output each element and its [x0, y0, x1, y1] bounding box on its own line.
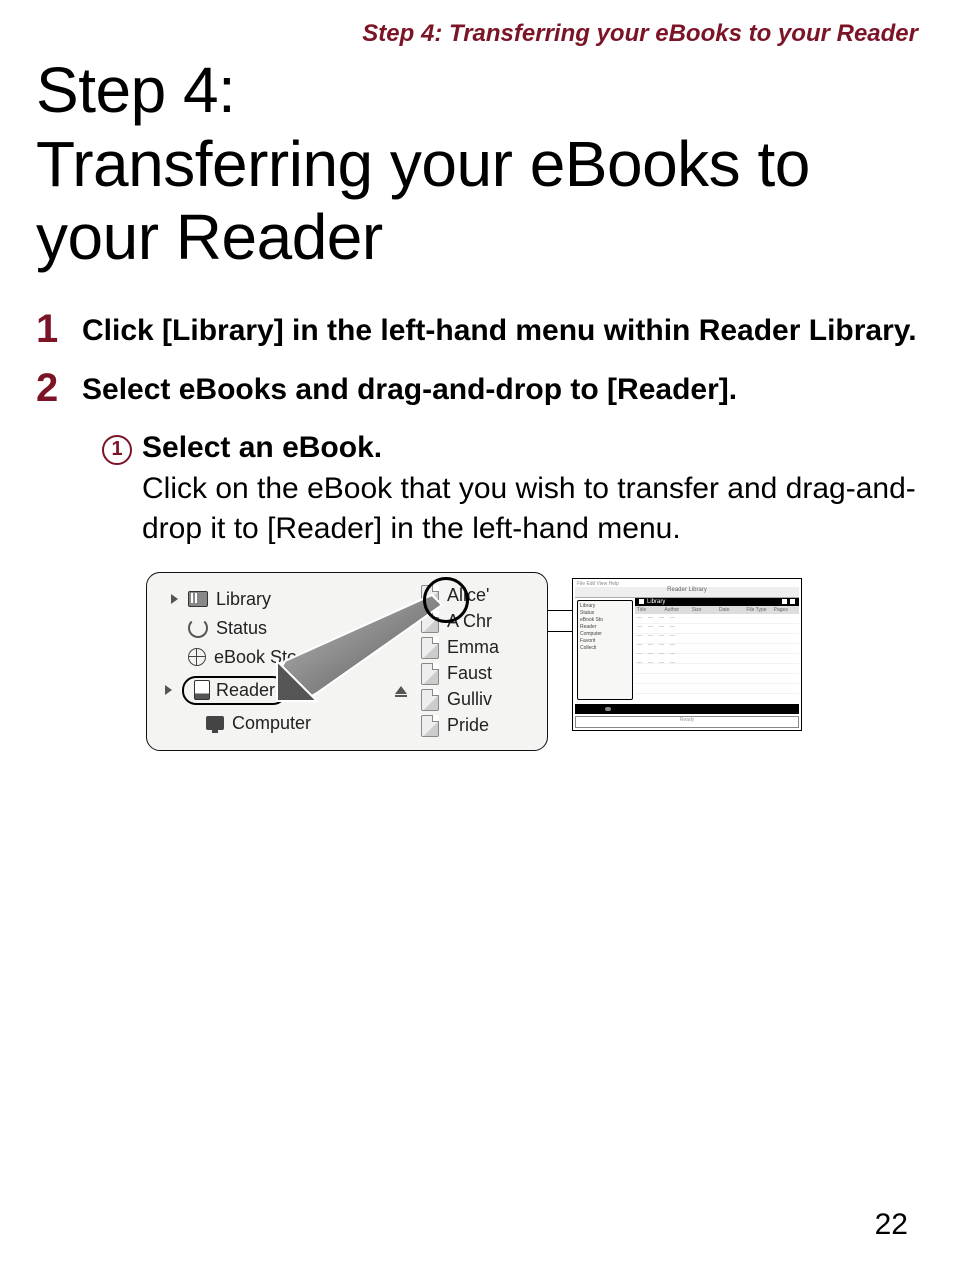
- sidebar-store-label: eBook Sto: [214, 647, 297, 668]
- expand-icon[interactable]: [171, 594, 178, 604]
- list-item[interactable]: Pride: [417, 713, 547, 739]
- figure-row: Library Status eBook Sto: [146, 572, 918, 751]
- substep-1-desc: Click on the eBook that you wish to tran…: [142, 469, 918, 550]
- document-page: Step 4: Transferring your eBooks to your…: [0, 0, 954, 1270]
- callout-connector-icon: [548, 610, 572, 632]
- book-title: Emma: [447, 637, 499, 658]
- thumb-footer: Ready: [575, 716, 799, 728]
- thumb-tab-label: Library: [647, 599, 665, 605]
- book-title: Faust: [447, 663, 492, 684]
- running-header: Step 4: Transferring your eBooks to your…: [36, 20, 918, 48]
- col: Size: [692, 607, 715, 613]
- list-item[interactable]: Gulliv: [417, 687, 547, 713]
- drag-source-highlight-icon: [423, 577, 469, 623]
- substep-1-number: 1: [102, 435, 132, 465]
- thumb-columns: Title Author Size Date File Type Pages: [635, 606, 799, 614]
- thumb-side-item: Computer: [580, 631, 630, 638]
- thumb-side-item: Status: [580, 610, 630, 617]
- thumb-rows: ———— ———— ———— ———— ———— ————: [635, 614, 799, 702]
- sidebar-computer-label: Computer: [232, 713, 311, 734]
- book-icon: [421, 637, 439, 659]
- thumb-titlebar: Reader Library: [575, 587, 799, 598]
- sidebar-item-reader[interactable]: Reader: [147, 672, 417, 709]
- sidebar-reader-label: Reader: [216, 680, 275, 701]
- thumb-tab: Library: [635, 598, 799, 606]
- sidebar-item-status[interactable]: Status: [147, 614, 417, 643]
- app-screenshot-thumbnail: File Edit View Help Reader Library Libra…: [572, 578, 802, 731]
- step-1-number: 1: [36, 309, 82, 349]
- col: Pages: [774, 607, 797, 613]
- monitor-icon: [206, 716, 224, 730]
- step-1: 1 Click [Library] in the left-hand menu …: [36, 311, 918, 350]
- thumb-side-item: eBook Sto: [580, 617, 630, 624]
- step-2-number: 2: [36, 368, 82, 408]
- grid-view-icon: [782, 599, 787, 604]
- col: File Type: [746, 607, 769, 613]
- sync-icon: [188, 618, 208, 638]
- eject-icon[interactable]: [395, 686, 407, 694]
- step-2-text: Select eBooks and drag-and-drop to [Read…: [82, 370, 737, 409]
- sidebar-status-label: Status: [216, 618, 267, 639]
- sidebar-item-computer[interactable]: Computer: [147, 709, 417, 738]
- substep-1-body: Select an eBook. Click on the eBook that…: [142, 431, 918, 550]
- thumb-body: Library Status eBook Sto Reader Computer…: [575, 598, 799, 702]
- substep-1: 1 Select an eBook. Click on the eBook th…: [102, 431, 918, 550]
- view-icon: [639, 599, 644, 604]
- title-line-1: Step 4:: [36, 54, 235, 126]
- thumb-side-item: Library: [580, 603, 630, 610]
- page-title: Step 4: Transferring your eBooks to your…: [36, 54, 918, 275]
- list-item[interactable]: Emma: [417, 635, 547, 661]
- col: Author: [664, 607, 687, 613]
- thumb-side-item: Collecti: [580, 645, 630, 652]
- reader-icon: [194, 680, 210, 700]
- book-title: Pride: [447, 715, 489, 736]
- globe-icon: [188, 648, 206, 666]
- thumb-sidebar: Library Status eBook Sto Reader Computer…: [577, 600, 633, 700]
- thumb-side-item: Favorit: [580, 638, 630, 645]
- books-icon: [188, 591, 208, 607]
- thumb-frame: File Edit View Help Reader Library Libra…: [572, 578, 802, 731]
- thumb-main: Library Title Author Size Date File Typ: [635, 598, 799, 702]
- expand-icon[interactable]: [165, 685, 172, 695]
- book-title: Gulliv: [447, 689, 492, 710]
- substep-1-head: Select an eBook.: [142, 431, 918, 465]
- book-icon: [421, 689, 439, 711]
- col: Date: [719, 607, 742, 613]
- sidebar-library-label: Library: [216, 589, 271, 610]
- reader-highlight: Reader: [182, 676, 287, 705]
- list-item[interactable]: Faust: [417, 661, 547, 687]
- title-line-2: Transferring your eBooks to your Reader: [36, 128, 810, 274]
- book-icon: [421, 715, 439, 737]
- sidebar-item-store[interactable]: eBook Sto: [147, 643, 417, 672]
- book-icon: [421, 663, 439, 685]
- page-number: 22: [875, 1208, 908, 1242]
- app-sidebar: Library Status eBook Sto: [147, 581, 417, 742]
- steps-list: 1 Click [Library] in the left-hand menu …: [36, 311, 918, 751]
- thumb-side-item: Reader: [580, 624, 630, 631]
- step-1-text: Click [Library] in the left-hand menu wi…: [82, 311, 917, 350]
- col: Title: [637, 607, 660, 613]
- thumb-scrollbar: [575, 704, 799, 714]
- app-screenshot-large: Library Status eBook Sto: [146, 572, 548, 751]
- app-inner: Library Status eBook Sto: [147, 581, 547, 742]
- sidebar-item-library[interactable]: Library: [147, 585, 417, 614]
- step-2: 2 Select eBooks and drag-and-drop to [Re…: [36, 370, 918, 409]
- list-view-icon: [790, 599, 795, 604]
